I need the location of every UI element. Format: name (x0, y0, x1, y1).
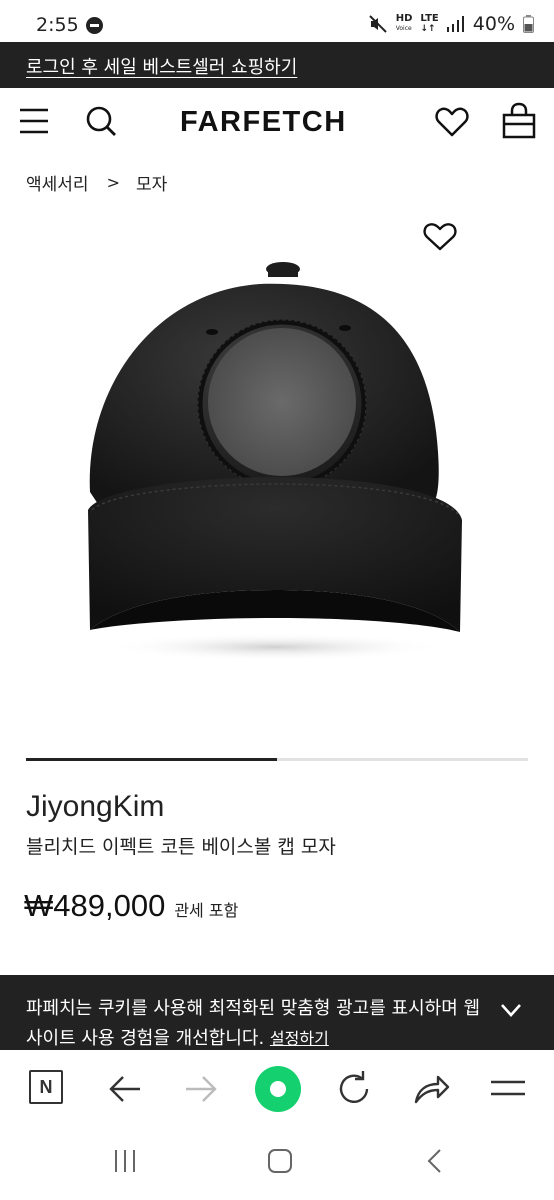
data-arrows-icon: ↓↑ (420, 24, 436, 34)
lte-text: LTE (420, 13, 439, 24)
search-icon[interactable] (84, 104, 118, 138)
cookie-message: 파페치는 쿠키를 사용해 최적화된 맞춤형 광고를 표시하며 웹사이트 사용 경… (26, 994, 492, 1054)
breadcrumb-accessories[interactable]: 액세서리 (26, 170, 89, 195)
battery-percent: 40% (472, 13, 515, 35)
cookie-settings-link[interactable]: 설정하기 (270, 1029, 329, 1048)
battery-icon (523, 15, 534, 33)
promo-link[interactable]: 로그인 후 세일 베스트셀러 쇼핑하기 (26, 53, 297, 79)
home-icon[interactable] (267, 1148, 293, 1174)
lte-label: LTE ↓↑ (420, 13, 439, 35)
signal-icon (446, 16, 464, 32)
farfetch-logo[interactable]: FARFETCH (180, 106, 347, 139)
product-wishlist-heart-icon[interactable] (423, 222, 457, 252)
mute-icon (369, 15, 387, 33)
cookie-message-text: 파페치는 쿠키를 사용해 최적화된 맞춤형 광고를 표시하며 웹사이트 사용 경… (26, 998, 481, 1049)
cookie-banner: 파페치는 쿠키를 사용해 최적화된 맞춤형 광고를 표시하며 웹사이트 사용 경… (0, 975, 554, 1055)
n-home-icon[interactable]: N (29, 1070, 63, 1104)
status-time: 2:55 (36, 14, 79, 36)
carousel-progress-fill (26, 758, 277, 761)
wishlist-heart-icon[interactable] (435, 106, 469, 138)
green-home-icon[interactable] (255, 1066, 301, 1112)
forward-arrow-icon[interactable] (180, 1068, 222, 1110)
image-carousel-progress (26, 758, 528, 761)
baseball-cap-image (88, 262, 462, 661)
menu-icon[interactable] (18, 105, 50, 137)
chevron-down-icon[interactable] (498, 997, 524, 1023)
promo-banner[interactable]: 로그인 후 세일 베스트셀러 쇼핑하기 (0, 42, 554, 88)
product-name: 블리치드 이펙트 코튼 베이스볼 캡 모자 (26, 836, 336, 858)
status-indicators: HD Voice LTE ↓↑ 40% (368, 13, 534, 35)
breadcrumb-hats[interactable]: 모자 (136, 170, 167, 195)
breadcrumb: 액세서리 > 모자 (26, 170, 167, 195)
share-icon[interactable] (410, 1068, 452, 1110)
hd-label: HD (395, 13, 413, 24)
voice-label: Voice (395, 25, 412, 32)
back-arrow-icon[interactable] (104, 1068, 146, 1110)
brand-name[interactable]: JiyongKim (26, 790, 164, 824)
site-header: FARFETCH (0, 88, 554, 156)
refresh-icon[interactable] (333, 1068, 375, 1110)
system-back-icon[interactable] (425, 1148, 445, 1174)
do-not-disturb-icon (86, 17, 103, 34)
recent-apps-icon[interactable] (112, 1148, 138, 1174)
price-row: ₩489,000 관세 포함 (24, 888, 238, 924)
browser-toolbar: N (0, 1050, 554, 1130)
product-price: ₩489,000 (24, 888, 166, 923)
hd-voice-label: HD Voice (396, 14, 413, 34)
tax-note: 관세 포함 (174, 901, 239, 920)
breadcrumb-separator: > (106, 173, 120, 192)
shopping-bag-icon[interactable] (501, 102, 537, 140)
menu-lines-icon[interactable] (487, 1068, 529, 1110)
system-navigation-bar (0, 1130, 554, 1200)
